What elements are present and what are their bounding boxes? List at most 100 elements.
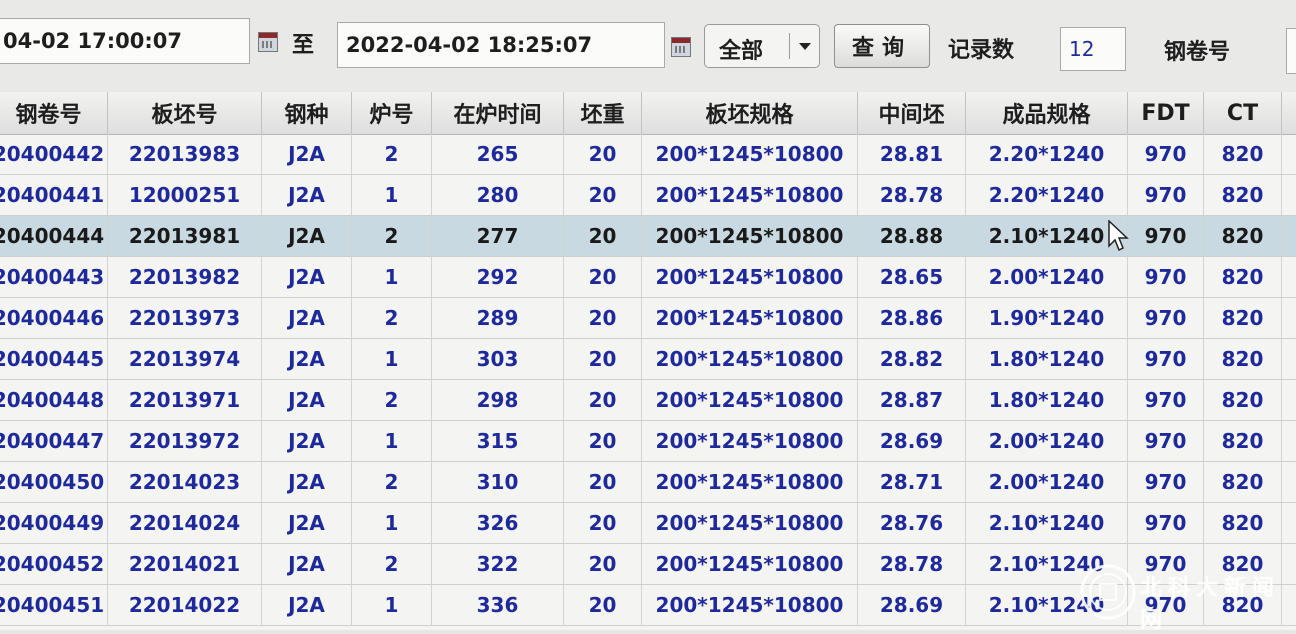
table-row[interactable]: 20400441 12000251 J2A 1 280 20 200*1245*10800 2… xyxy=(0,175,1296,216)
table-cell: J2A xyxy=(262,134,352,174)
column-header[interactable]: CT xyxy=(1204,92,1282,134)
table-cell: 28.88 xyxy=(858,216,966,256)
table-cell: J2A xyxy=(262,380,352,420)
table-row[interactable]: 20400450 22014023 J2A 2 310 20 200*1245*10800 2… xyxy=(0,462,1296,503)
table-cell: 200*1245*10800 xyxy=(642,175,858,215)
table-cell: 22014023 xyxy=(108,462,262,502)
table-cell: 20400448 xyxy=(0,380,108,420)
table-cell: 22013972 xyxy=(108,421,262,461)
table-cell: 28.78 xyxy=(858,544,966,584)
table-cell: 2.10*1240 xyxy=(966,503,1128,543)
table-cell: 1 xyxy=(352,503,432,543)
table-cell: J2A xyxy=(262,544,352,584)
mouse-cursor-icon xyxy=(1108,220,1129,252)
query-button[interactable]: 查询 xyxy=(834,24,930,68)
table-cell: 292 xyxy=(432,257,564,297)
start-calendar-icon[interactable] xyxy=(258,32,278,52)
table-cell: 315 xyxy=(432,421,564,461)
table-cell: 22014021 xyxy=(108,544,262,584)
table-cell: 200*1245*10800 xyxy=(642,298,858,338)
table-cell: 22013982 xyxy=(108,257,262,297)
table-row[interactable]: 20400445 22013974 J2A 1 303 20 200*1245*10800 2… xyxy=(0,339,1296,380)
table-cell: 20 xyxy=(564,585,642,625)
table-cell: 20 xyxy=(564,462,642,502)
column-header[interactable]: 在炉时间 xyxy=(432,92,564,134)
table-cell: 200*1245*10800 xyxy=(642,585,858,625)
table-cell: 303 xyxy=(432,339,564,379)
table-cell: 322 xyxy=(432,544,564,584)
table-cell: 2.00*1240 xyxy=(966,257,1128,297)
table-row-selected[interactable]: 20400444 22013981 J2A 2 277 20 200*1245*10800 2… xyxy=(0,216,1296,257)
table-cell: 820 xyxy=(1204,216,1282,256)
table-cell: 820 xyxy=(1204,175,1282,215)
end-calendar-icon[interactable] xyxy=(671,37,691,57)
table-row[interactable]: 20400442 22013983 J2A 2 265 20 200*1245*10800 2… xyxy=(0,134,1296,175)
filter-select-value: 全部 xyxy=(719,39,764,64)
column-header[interactable]: 板坯号 xyxy=(108,92,262,134)
table-cell: J2A xyxy=(262,257,352,297)
coil-data-table: 钢卷号 板坯号 钢种 炉号 在炉时间 坯重 板坯规格 中间坯 成品规格 FDT CT 2040044… xyxy=(0,92,1296,630)
column-header[interactable]: 板坯规格 xyxy=(642,92,858,134)
table-cell: 277 xyxy=(432,216,564,256)
table-cell: 820 xyxy=(1204,421,1282,461)
table-cell: 1 xyxy=(352,421,432,461)
table-cell: 20400446 xyxy=(0,298,108,338)
table-cell: 22013973 xyxy=(108,298,262,338)
chevron-down-icon xyxy=(799,43,811,50)
table-row[interactable]: 20400448 22013971 J2A 2 298 20 200*1245*10800 2… xyxy=(0,380,1296,421)
table-cell: 22013974 xyxy=(108,339,262,379)
table-cell: 20 xyxy=(564,544,642,584)
watermark-text: 北科大新闻网 xyxy=(1140,575,1281,633)
start-time-input[interactable]: 04-02 17:00:07 xyxy=(0,18,250,64)
end-time-input[interactable]: 2022-04-02 18:25:07 xyxy=(337,22,665,68)
table-cell: 200*1245*10800 xyxy=(642,544,858,584)
table-cell: J2A xyxy=(262,421,352,461)
table-cell: 970 xyxy=(1128,134,1204,174)
table-row[interactable]: 20400447 22013972 J2A 1 315 20 200*1245*10800 2… xyxy=(0,421,1296,462)
column-header[interactable]: 成品规格 xyxy=(966,92,1128,134)
table-cell: 289 xyxy=(432,298,564,338)
table-cell: 265 xyxy=(432,134,564,174)
table-cell: 28.65 xyxy=(858,257,966,297)
table-cell: 20400447 xyxy=(0,421,108,461)
separator xyxy=(789,33,790,59)
table-cell: 28.69 xyxy=(858,421,966,461)
table-cell: 970 xyxy=(1128,503,1204,543)
column-header[interactable]: 钢卷号 xyxy=(0,92,108,134)
table-row[interactable]: 20400446 22013973 J2A 2 289 20 200*1245*10800 2… xyxy=(0,298,1296,339)
table-cell: 20 xyxy=(564,216,642,256)
column-header[interactable]: FDT xyxy=(1128,92,1204,134)
column-header[interactable]: 炉号 xyxy=(352,92,432,134)
table-row[interactable]: 20400449 22014024 J2A 1 326 20 200*1245*10800 2… xyxy=(0,503,1296,544)
table-cell: 20 xyxy=(564,380,642,420)
table-cell: 20400443 xyxy=(0,257,108,297)
end-time-value: 2022-04-02 18:25:07 xyxy=(346,33,593,57)
column-header[interactable]: 中间坯 xyxy=(858,92,966,134)
table-cell: 970 xyxy=(1128,380,1204,420)
table-cell: 22014024 xyxy=(108,503,262,543)
table-cell: J2A xyxy=(262,462,352,502)
table-cell: 1.90*1240 xyxy=(966,298,1128,338)
table-cell: 22013971 xyxy=(108,380,262,420)
table-cell: 2 xyxy=(352,134,432,174)
table-cell: 28.81 xyxy=(858,134,966,174)
table-cell: 820 xyxy=(1204,134,1282,174)
coil-no-input[interactable] xyxy=(1286,28,1296,74)
table-cell: 20 xyxy=(564,298,642,338)
table-row[interactable]: 20400443 22013982 J2A 1 292 20 200*1245*10800 2… xyxy=(0,257,1296,298)
table-cell: 280 xyxy=(432,175,564,215)
table-cell: 200*1245*10800 xyxy=(642,216,858,256)
table-cell: 970 xyxy=(1128,421,1204,461)
table-cell: 20400441 xyxy=(0,175,108,215)
table-cell: 20400442 xyxy=(0,134,108,174)
filter-select[interactable]: 全部 xyxy=(704,24,820,68)
table-cell: 2 xyxy=(352,544,432,584)
table-cell: J2A xyxy=(262,585,352,625)
table-cell: 326 xyxy=(432,503,564,543)
column-header[interactable]: 钢种 xyxy=(262,92,352,134)
table-cell: 2 xyxy=(352,462,432,502)
table-cell: 200*1245*10800 xyxy=(642,339,858,379)
table-cell: 20 xyxy=(564,503,642,543)
table-cell: J2A xyxy=(262,216,352,256)
column-header[interactable]: 坯重 xyxy=(564,92,642,134)
